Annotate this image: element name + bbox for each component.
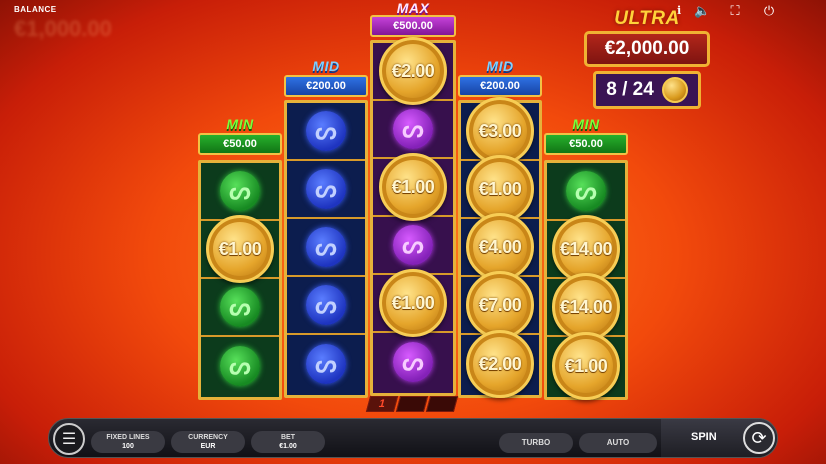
blue-flame-icon: ᔕ xyxy=(306,285,346,325)
tier-label: MAX xyxy=(396,0,430,16)
reel-cell: €4.00 xyxy=(461,213,539,281)
reel-cell: ᔕ xyxy=(373,101,453,159)
currency-label: CURRENCY xyxy=(188,434,228,441)
reel-cell: €14.00 xyxy=(547,273,625,341)
tier-label: MID xyxy=(312,58,340,74)
ultra-count-text: 8 / 24 xyxy=(606,79,654,100)
reel-cell: ᔕ xyxy=(287,103,365,161)
green-flame-icon: ᔕ xyxy=(220,346,260,386)
bet-label: BET xyxy=(281,434,295,441)
auto-button[interactable]: AUTO xyxy=(579,433,657,453)
reel-cell: €2.00 xyxy=(373,37,453,105)
reel-cell: ᔕ xyxy=(547,163,625,221)
reel-cell: €1.00 xyxy=(373,269,453,337)
control-bar: ☰ FIXED LINES 100 CURRENCY EUR BET €1.00… xyxy=(48,418,778,458)
page-dot-3[interactable] xyxy=(425,396,459,412)
reel-cell: ᔕ xyxy=(201,279,279,337)
reel-cell: €1.00 xyxy=(201,215,279,283)
ultra-coin-counter: 8 / 24 xyxy=(593,71,701,109)
coin-symbol: €14.00 xyxy=(552,273,620,341)
reel-cell: €2.00 xyxy=(461,330,539,398)
reel-cell: €1.00 xyxy=(547,332,625,400)
tier-label: MIN xyxy=(572,116,600,132)
balance-label: BALANCE xyxy=(14,5,57,14)
reel-cell: €3.00 xyxy=(461,97,539,165)
blue-flame-icon: ᔕ xyxy=(306,111,346,151)
fixed-lines-value: 100 xyxy=(122,443,134,450)
menu-button[interactable]: ☰ xyxy=(53,423,85,455)
coin-symbol: €1.00 xyxy=(379,269,447,337)
coin-icon xyxy=(661,77,688,103)
currency-value: EUR xyxy=(200,443,216,450)
bet-selector[interactable]: BET €1.00 xyxy=(251,431,325,453)
page-dot-2[interactable] xyxy=(395,396,429,412)
tier-prize: €500.00 xyxy=(370,15,456,37)
spin-button[interactable]: ⟳ xyxy=(743,422,775,454)
reel-cell: €7.00 xyxy=(461,271,539,339)
green-flame-icon: ᔕ xyxy=(220,287,260,327)
page-dot-1[interactable]: 1 xyxy=(365,396,399,412)
menu-icon: ☰ xyxy=(61,431,77,448)
reel-window: €3.00 €1.00 €4.00 €7.00 €2.00 xyxy=(458,97,542,398)
blue-flame-icon: ᔕ xyxy=(306,169,346,209)
bet-value: €1.00 xyxy=(279,443,297,450)
reel-window: €2.00 ᔕ €1.00 ᔕ €1.00 ᔕ xyxy=(370,37,456,396)
green-flame-icon: ᔕ xyxy=(566,171,606,211)
reel-window: ᔕ €14.00 €14.00 €1.00 xyxy=(544,160,628,400)
ultra-jackpot-panel: ULTRA €2,000.00 8 / 24 xyxy=(584,8,710,109)
currency-display: CURRENCY EUR xyxy=(171,431,245,453)
reel-cell: ᔕ xyxy=(287,161,365,219)
tier-label: MIN xyxy=(226,116,254,132)
ultra-title: ULTRA xyxy=(614,8,680,29)
spin-label: SPIN xyxy=(691,431,717,443)
reel-cell: ᔕ xyxy=(373,333,453,391)
purple-flame-icon: ᔕ xyxy=(393,109,433,149)
coin-symbol: €1.00 xyxy=(206,215,274,283)
ultra-jackpot-value: €2,000.00 xyxy=(584,31,710,67)
tier-prize: €200.00 xyxy=(284,75,368,97)
reel-cell: ᔕ xyxy=(201,163,279,221)
reel-cell: ᔕ xyxy=(287,219,365,277)
balance-display: BALANCE €1,000.00 xyxy=(14,5,112,42)
coin-symbol: €1.00 xyxy=(552,332,620,400)
fullscreen-icon[interactable]: ⛶ xyxy=(728,4,742,18)
blue-flame-icon: ᔕ xyxy=(306,344,346,384)
reel-cell: €1.00 xyxy=(461,155,539,223)
tier-prize: €50.00 xyxy=(544,133,628,155)
power-icon[interactable]: ⏻ xyxy=(762,4,776,18)
coin-symbol: €7.00 xyxy=(466,271,534,339)
balance-value: €1,000.00 xyxy=(14,16,112,41)
spin-icon: ⟳ xyxy=(751,427,767,448)
fixed-lines-label: FIXED LINES xyxy=(106,434,150,441)
coin-symbol: €2.00 xyxy=(379,37,447,105)
coin-symbol: €2.00 xyxy=(466,330,534,398)
purple-flame-icon: ᔕ xyxy=(393,342,433,382)
blue-flame-icon: ᔕ xyxy=(306,227,346,267)
tier-label: MID xyxy=(486,58,514,74)
tier-prize: €200.00 xyxy=(458,75,542,97)
reel-window: ᔕ €1.00 ᔕ ᔕ xyxy=(198,160,282,400)
turbo-button[interactable]: TURBO xyxy=(499,433,573,453)
green-flame-icon: ᔕ xyxy=(220,171,260,211)
coin-symbol: €1.00 xyxy=(379,153,447,221)
spin-area[interactable]: SPIN ⟳ xyxy=(661,419,777,457)
tier-prize: €50.00 xyxy=(198,133,282,155)
reel-cell: ᔕ xyxy=(373,217,453,275)
reel-cell: €14.00 xyxy=(547,215,625,283)
reel-cell: ᔕ xyxy=(287,335,365,393)
reel-cell: ᔕ xyxy=(287,277,365,335)
reel-window: ᔕ ᔕ ᔕ ᔕ ᔕ xyxy=(284,100,368,398)
fixed-lines-display: FIXED LINES 100 xyxy=(91,431,165,453)
reel-cell: €1.00 xyxy=(373,153,453,221)
purple-flame-icon: ᔕ xyxy=(393,225,433,265)
page-indicator: 1 xyxy=(365,396,459,412)
reel-cell: ᔕ xyxy=(201,337,279,395)
